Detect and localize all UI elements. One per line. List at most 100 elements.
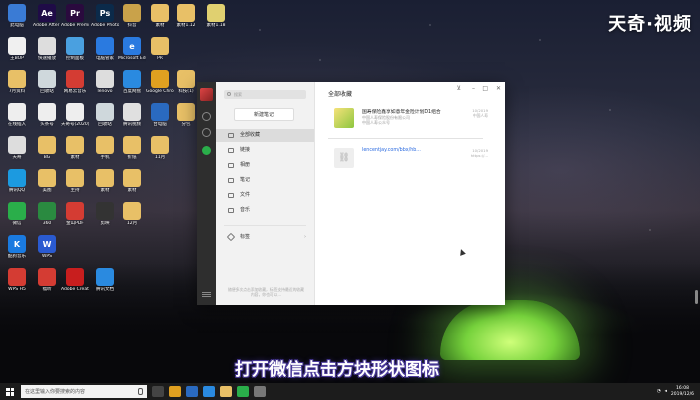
desktop-icon[interactable]: 素材 [91,169,119,194]
desktop-icon[interactable]: 折纸 [118,136,146,161]
desktop-icon[interactable]: WPS H5 [3,268,31,293]
favorite-card[interactable]: 国寿保险鑫享如意年金险计划D1组合 中国人寿保险股份有限公司 中国人寿公众号 1… [328,104,488,132]
task-view-icon[interactable] [152,386,164,397]
desktop-icon[interactable]: AeAdobe After Effects CC ... [33,4,61,29]
desktop-icon[interactable]: 腾讯视频 [118,103,146,128]
favorite-card[interactable]: ⛓ lencentjay.com/bbx/hb... 10/2019 https… [328,144,488,172]
desktop-icon[interactable]: PrAdobe Premiere P... [61,4,89,29]
desktop-icon[interactable]: 天奇号(2020) [61,103,89,128]
desktop-icon[interactable]: 剪映 [91,202,119,227]
desktop-icon[interactable]: 回收站 [91,103,119,128]
divider [328,138,483,139]
desktop-icon[interactable]: BG [33,136,61,161]
desktop-icon[interactable]: lenovo [91,70,119,95]
desktop-icon[interactable]: 分包 [172,103,200,128]
desktop-icon[interactable]: 百度网盘 [118,70,146,95]
desktop-icon[interactable]: 素材 [146,4,174,29]
desktop-icon[interactable]: 抖音 [118,4,146,29]
desktop-icon[interactable]: 在线插入 [3,103,31,128]
desktop-icon[interactable]: 素材 [61,136,89,161]
volume-icon[interactable]: ◂ [665,389,667,394]
app-icon [177,4,195,22]
clock[interactable]: 16:08 2019/12/6 [671,386,694,398]
desktop-icon-label: WPS [41,254,53,259]
desktop-icon[interactable]: 美图 [33,169,61,194]
minimize-icon[interactable]: – [472,85,475,92]
desktop-icon-label: 微信 [12,221,22,226]
tags-row[interactable]: 标签 › [216,231,314,243]
contacts-icon[interactable] [202,128,211,137]
desktop-icon[interactable]: 360 [33,202,61,227]
desktop-icon[interactable]: 12月 [118,202,146,227]
desktop-icon[interactable]: 天奇 [3,136,31,161]
desktop-icon-label: PR [157,56,163,61]
desktop-icon-label: 剪映 [100,221,110,226]
app-icon [96,103,114,121]
desktop-icon[interactable]: 腾讯QQ [3,169,31,194]
desktop-icon[interactable]: 素材 [118,169,146,194]
network-icon[interactable]: ◔ [657,389,661,394]
chrome-icon[interactable] [169,386,181,397]
desktop-icon-label: 7月资料 [8,89,26,94]
desktop-icon[interactable]: Adobe Creati... [61,268,89,293]
edge-icon[interactable] [203,386,215,397]
desktop-icon[interactable]: 网易云音乐 [61,70,89,95]
app-icon[interactable] [254,386,266,397]
desktop-icon[interactable]: 回收站 [33,70,61,95]
desktop-icon[interactable]: 科技(1) [172,70,200,95]
desktop-icon[interactable]: 快速播放 [33,37,61,62]
desktop-icon[interactable]: 7月资料 [3,70,31,95]
search-input[interactable]: 搜索 [224,90,306,99]
desktop-icon[interactable]: 此电脑 [3,4,31,29]
category-music[interactable]: 音乐 [216,204,314,217]
desktop-icon[interactable]: 头条号 [33,103,61,128]
wechat-icon[interactable] [237,386,249,397]
desktop-icon[interactable]: 金山PDF [61,202,89,227]
desktop-icon[interactable]: Google Chrome [146,70,174,95]
desktop-icon[interactable]: 台电脑 [146,103,174,128]
desktop-icon[interactable]: 福昕 [33,268,61,293]
desktop-icon[interactable]: 主持 [61,169,89,194]
category-all[interactable]: 全部收藏 [216,129,314,142]
category-links[interactable]: 链接 [216,144,314,157]
app-icon [66,136,84,154]
category-notes[interactable]: 笔记 [216,174,314,187]
start-button[interactable] [3,383,17,400]
desktop-icon[interactable]: W WPS [33,235,61,260]
menu-icon[interactable] [202,292,211,293]
app-icon [66,268,84,286]
desktop-icon-label: 此电脑 [10,23,24,28]
desktop-icon[interactable]: 控制面板 [61,37,89,62]
desktop-icon[interactable]: 微信 [3,202,31,227]
desktop-icon-label: BG [43,155,51,160]
desktop-icon[interactable]: eMicrosoft Edge [118,37,146,62]
maximize-icon[interactable]: □ [482,85,488,92]
desktop-icon[interactable]: 素材1.12 [172,4,200,29]
close-icon[interactable]: ✕ [496,85,501,92]
mouse-cursor [458,248,466,256]
chat-icon[interactable] [202,112,211,121]
desktop-icon[interactable]: PR [146,37,174,62]
category-album[interactable]: 相册 [216,159,314,172]
desktop-icon-label: 手机 [100,155,110,160]
folder-icon[interactable] [220,386,232,397]
desktop-icon[interactable]: 11月 [146,136,174,161]
desktop-icon[interactable]: PsAdobe Photosh... [91,4,119,29]
explorer-icon[interactable] [186,386,198,397]
taskbar-search-input[interactable]: 在这里输入你要搜索的内容 [21,385,147,398]
desktop-icon[interactable]: K 酷狗音乐 [3,235,31,260]
avatar[interactable] [200,88,213,101]
desktop-icon[interactable]: 腾讯文档 [91,268,119,293]
desktop-icon[interactable]: 素材1.18 [202,4,230,29]
app-icon [8,70,26,88]
pin-icon[interactable]: ⊻ [457,85,461,92]
desktop-icon[interactable]: 手机 [91,136,119,161]
desktop-icon[interactable]: 电脑管家 [91,37,119,62]
app-icon [38,37,56,55]
app-icon [151,37,169,55]
app-icon [38,169,56,187]
favorites-icon[interactable] [202,146,211,155]
new-note-button[interactable]: 新建笔记 [234,108,294,121]
desktop-icon[interactable]: 王BOP [3,37,31,62]
category-files[interactable]: 文件 [216,189,314,202]
